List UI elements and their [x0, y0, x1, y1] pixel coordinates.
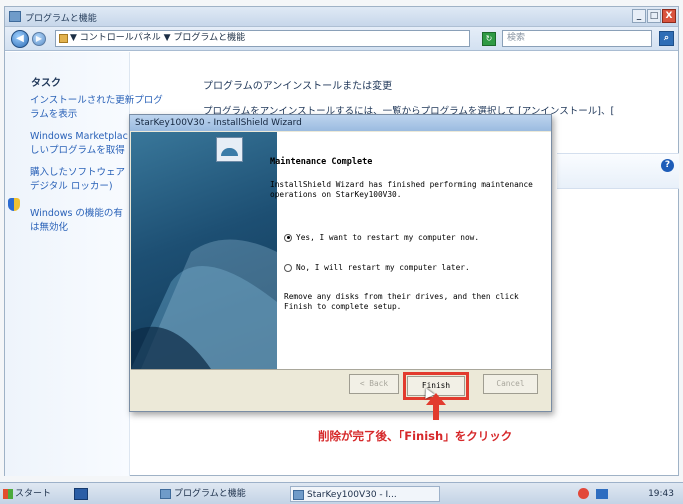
windows-logo-icon [3, 489, 13, 499]
radio-unselected-icon [284, 263, 292, 272]
radio-restart-later[interactable]: No, I will restart my computer later. [284, 263, 470, 272]
security-alert-icon[interactable] [578, 488, 589, 499]
taskbar-item-label: StarKey100V30 - I... [307, 490, 397, 500]
wizard-content [277, 132, 551, 369]
sidebar-link-digital-locker[interactable]: 購入したソフトウェア デジタル ロッカー) [30, 166, 130, 194]
taskbar-item-label: プログラムと機能 [174, 489, 246, 499]
address-path[interactable]: ▼ コントロールパネル ▼ プログラムと機能 [55, 30, 470, 47]
radio-restart-now-label: Yes, I want to restart my computer now. [296, 233, 480, 242]
radio-restart-later-label: No, I will restart my computer later. [296, 263, 470, 272]
program-list-header [557, 153, 679, 189]
forward-button[interactable]: ▶ [32, 32, 46, 46]
maximize-button[interactable]: □ [647, 9, 661, 23]
wizard-banner [131, 132, 277, 369]
instruction-callout: 削除が完了後、「Finish」をクリック [318, 429, 513, 443]
dialog-title[interactable]: StarKey100V30 - InstallShield Wizard [130, 115, 551, 131]
system-tray: 19:43 [560, 487, 680, 501]
task-heading: タスク [31, 78, 61, 89]
search-icon[interactable]: ⌕ [659, 31, 674, 46]
installshield-logo-icon [216, 137, 243, 162]
back-button[interactable]: ◀ [11, 30, 29, 48]
folder-icon [59, 34, 68, 43]
window-titlebar[interactable]: プログラムと機能 _ □ X [5, 7, 678, 27]
uac-shield-icon [8, 198, 20, 211]
desktop-screen: プログラムと機能 _ □ X ◀ ▶ ▼ コントロールパネル ▼ プログラムと機… [0, 0, 683, 504]
help-icon[interactable]: ? [661, 159, 674, 172]
window-controls: _ □ X [632, 9, 676, 23]
page-title: プログラムのアンインストールまたは変更 [203, 81, 393, 92]
radio-restart-now[interactable]: Yes, I want to restart my computer now. [284, 233, 479, 242]
wizard-banner-art [131, 239, 277, 369]
maintenance-message: InstallShield Wizard has finished perfor… [270, 180, 533, 199]
installer-icon [293, 490, 304, 500]
close-button[interactable]: X [662, 9, 676, 23]
address-toolbar: ◀ ▶ ▼ コントロールパネル ▼ プログラムと機能 ↻ 検索 ⌕ [5, 27, 678, 51]
radio-selected-icon [284, 233, 292, 242]
search-input[interactable]: 検索 [502, 30, 652, 47]
taskbar-item-installshield[interactable]: StarKey100V30 - I... [290, 486, 440, 502]
taskbar-item-programs[interactable]: プログラムと機能 [158, 486, 268, 502]
cancel-button[interactable]: Cancel [483, 374, 538, 394]
window-title: プログラムと機能 [25, 14, 97, 24]
control-panel-icon [160, 489, 171, 499]
minimize-button[interactable]: _ [632, 9, 646, 23]
up-arrow-shaft [433, 404, 439, 420]
start-label: スタート [15, 489, 52, 499]
clock: 19:43 [648, 489, 674, 499]
maintenance-complete-heading: Maintenance Complete [270, 157, 373, 167]
back-wizard-button[interactable]: < Back [349, 374, 399, 394]
remove-disks-instruction: Remove any disks from their drives, and … [284, 292, 519, 311]
sidebar-link-windows-features[interactable]: Windows の機能の有 は無効化 [30, 207, 130, 235]
show-desktop-icon[interactable] [74, 488, 88, 500]
control-panel-icon [9, 11, 21, 22]
start-button[interactable]: スタート [2, 486, 60, 502]
refresh-icon[interactable]: ↻ [482, 32, 496, 46]
taskbar: スタート プログラムと機能 StarKey100V30 - I... 19:43 [0, 482, 683, 504]
volume-icon[interactable] [596, 489, 608, 499]
sidebar-link-marketplace[interactable]: Windows Marketplac しいプログラムを取得 [30, 130, 130, 158]
dialog-separator [131, 369, 552, 370]
address-path-text: ▼ コントロールパネル ▼ プログラムと機能 [70, 33, 246, 43]
